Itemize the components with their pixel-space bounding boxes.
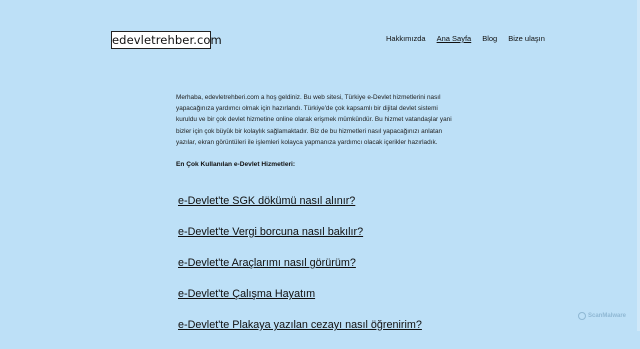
intro-paragraph: Merhaba, edevletrehberi.com a hoş geldin… bbox=[176, 94, 452, 146]
site-logo[interactable]: edevletrehber.com bbox=[111, 31, 222, 49]
scan-icon bbox=[578, 312, 586, 320]
services-heading: En Çok Kullanılan e-Devlet Hizmetleri: bbox=[176, 161, 296, 169]
watermark: ScanMalware bbox=[578, 312, 626, 320]
service-link-work-life[interactable]: e-Devlet'te Çalışma Hayatım bbox=[178, 287, 422, 301]
watermark-text: ScanMalware bbox=[588, 313, 627, 319]
service-link-tax[interactable]: e-Devlet'te Vergi borcuna nasıl bakılır? bbox=[178, 225, 422, 239]
nav-link-contact[interactable]: Bize ulaşın bbox=[508, 34, 545, 43]
services-list: e-Devlet'te SGK dökümü nasıl alınır? e-D… bbox=[178, 194, 422, 349]
main-nav: Hakkımızda Ana Sayfa Blog Bize ulaşın bbox=[386, 34, 545, 43]
nav-link-about[interactable]: Hakkımızda bbox=[386, 34, 426, 43]
nav-link-home[interactable]: Ana Sayfa bbox=[437, 34, 472, 43]
nav-link-blog[interactable]: Blog bbox=[482, 34, 497, 43]
service-link-sgk[interactable]: e-Devlet'te SGK dökümü nasıl alınır? bbox=[178, 194, 422, 208]
service-link-vehicles[interactable]: e-Devlet'te Araçlarımı nasıl görürüm? bbox=[178, 256, 422, 270]
main-content: Merhaba, edevletrehberi.com a hoş geldin… bbox=[176, 92, 458, 168]
service-link-plate-fine[interactable]: e-Devlet'te Plakaya yazılan cezayı nasıl… bbox=[178, 318, 422, 332]
